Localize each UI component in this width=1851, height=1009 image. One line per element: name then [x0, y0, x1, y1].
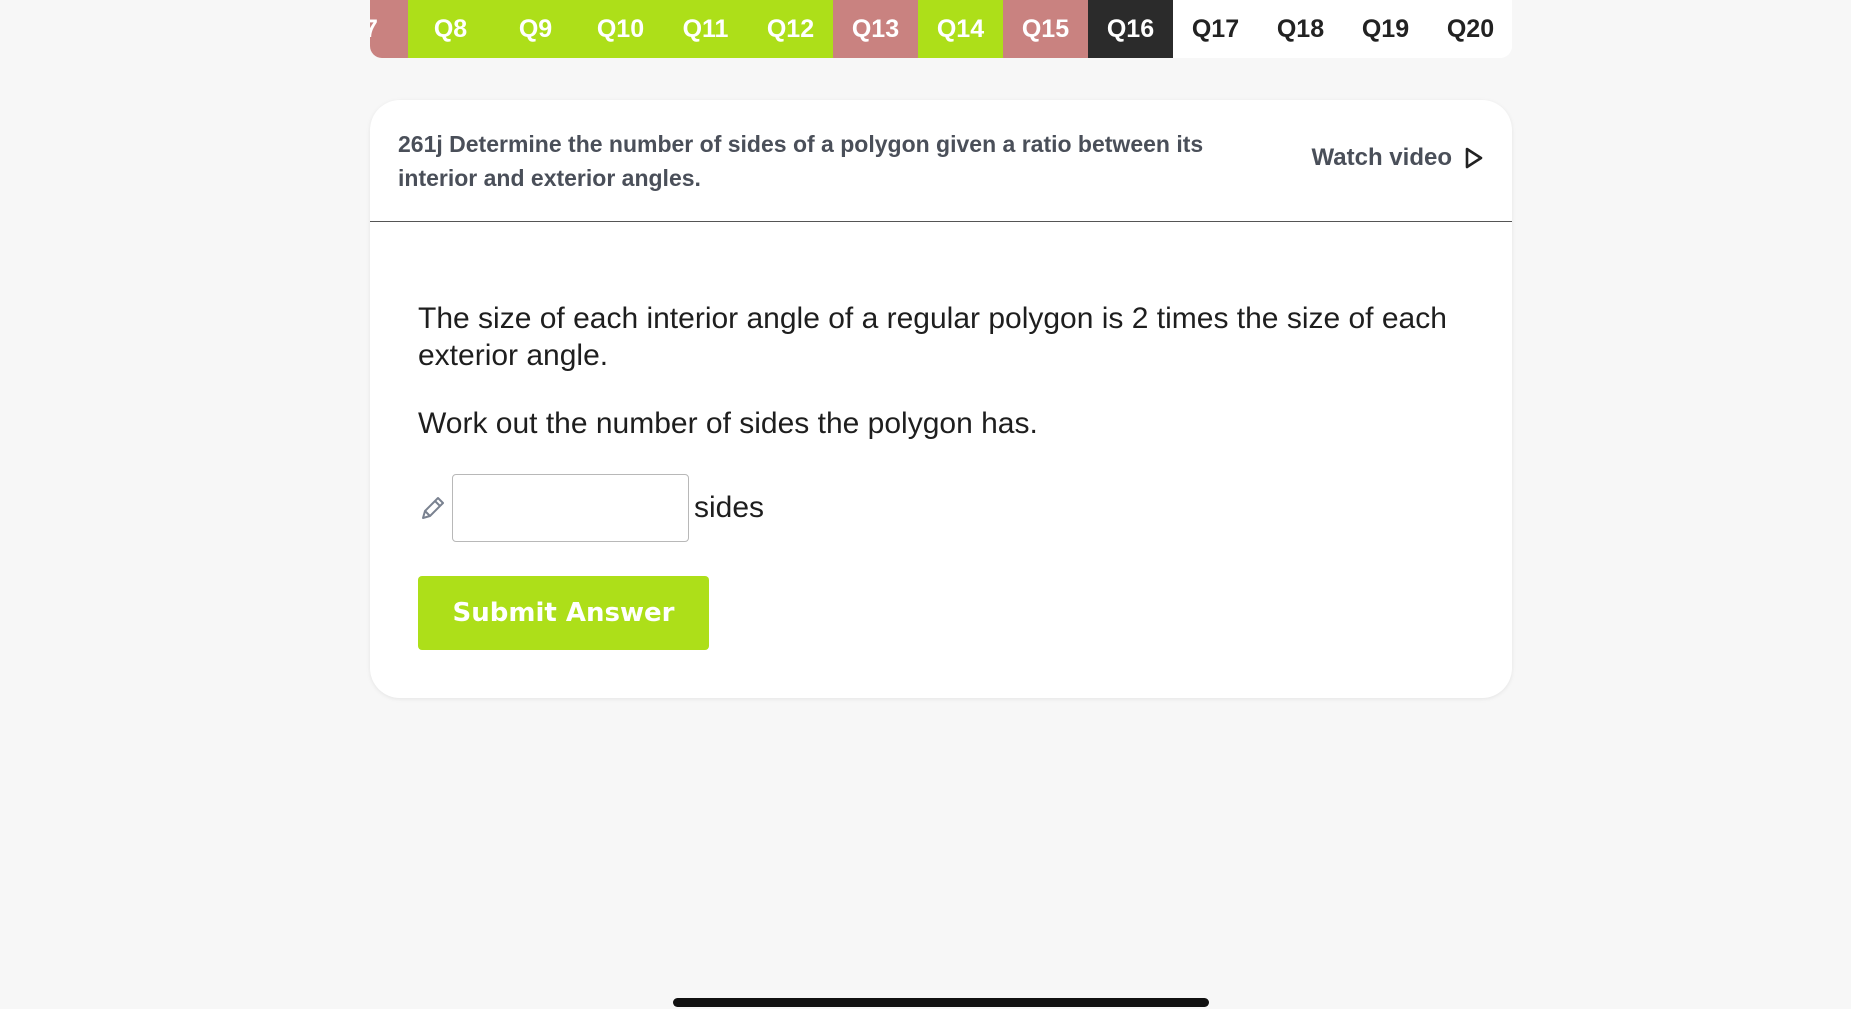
answer-row: sides: [418, 474, 764, 542]
question-card: 261j Determine the number of sides of a …: [370, 100, 1512, 698]
question-tab-label: Q15: [1021, 14, 1070, 43]
question-tab[interactable]: 7: [370, 0, 408, 58]
question-tab[interactable]: Q14: [918, 0, 1003, 58]
question-tab-label: Q10: [596, 14, 645, 43]
answer-unit-label: sides: [694, 491, 765, 524]
question-tab-label: Q20: [1446, 14, 1495, 43]
question-tab[interactable]: Q15: [1003, 0, 1088, 58]
question-navigation: 7 Q8 Q9 Q10 Q11 Q12 Q13 Q14 Q15 Q16 Q17 Q18 Q19 Q20: [370, 0, 1512, 58]
answer-input[interactable]: [452, 474, 689, 542]
question-tab-label: Q19: [1361, 14, 1410, 43]
question-tab[interactable]: Q13: [833, 0, 918, 58]
question-text: The size of each interior angle of a reg…: [418, 302, 1447, 372]
question-tab[interactable]: Q10: [578, 0, 663, 58]
question-tab-label: Q16: [1106, 14, 1155, 43]
question-tab-label: Q18: [1276, 14, 1325, 43]
question-tab-label: Q14: [936, 14, 985, 43]
home-indicator: [673, 998, 1209, 1007]
watch-video-button[interactable]: Watch video: [1312, 144, 1484, 172]
question-tab-label: Q17: [1191, 14, 1240, 43]
question-tab[interactable]: Q9: [493, 0, 578, 58]
question-tab[interactable]: Q18: [1258, 0, 1343, 58]
question-instruction: Work out the number of sides the polygon…: [418, 407, 1038, 440]
question-tab-label: Q11: [682, 14, 729, 43]
question-tab[interactable]: Q20: [1428, 0, 1512, 58]
play-icon: [1465, 147, 1483, 169]
question-tab[interactable]: Q11: [663, 0, 748, 58]
question-tab-label: 7: [370, 14, 378, 43]
question-tab-label: Q9: [518, 14, 553, 43]
objective-title: 261j Determine the number of sides of a …: [398, 131, 1204, 191]
question-tab[interactable]: Q17: [1173, 0, 1258, 58]
watch-video-label: Watch video: [1311, 144, 1452, 171]
submit-answer-button[interactable]: Submit Answer: [418, 576, 709, 650]
question-tab[interactable]: Q19: [1343, 0, 1428, 58]
question-tab-label: Q12: [766, 14, 815, 43]
question-tab-label: Q8: [433, 14, 468, 43]
card-header: 261j Determine the number of sides of a …: [370, 100, 1512, 222]
pencil-icon: [422, 497, 444, 519]
question-tab[interactable]: Q12: [748, 0, 833, 58]
question-tab[interactable]: Q8: [408, 0, 493, 58]
question-tab-label: Q13: [851, 14, 900, 43]
question-tab[interactable]: Q16: [1088, 0, 1173, 58]
